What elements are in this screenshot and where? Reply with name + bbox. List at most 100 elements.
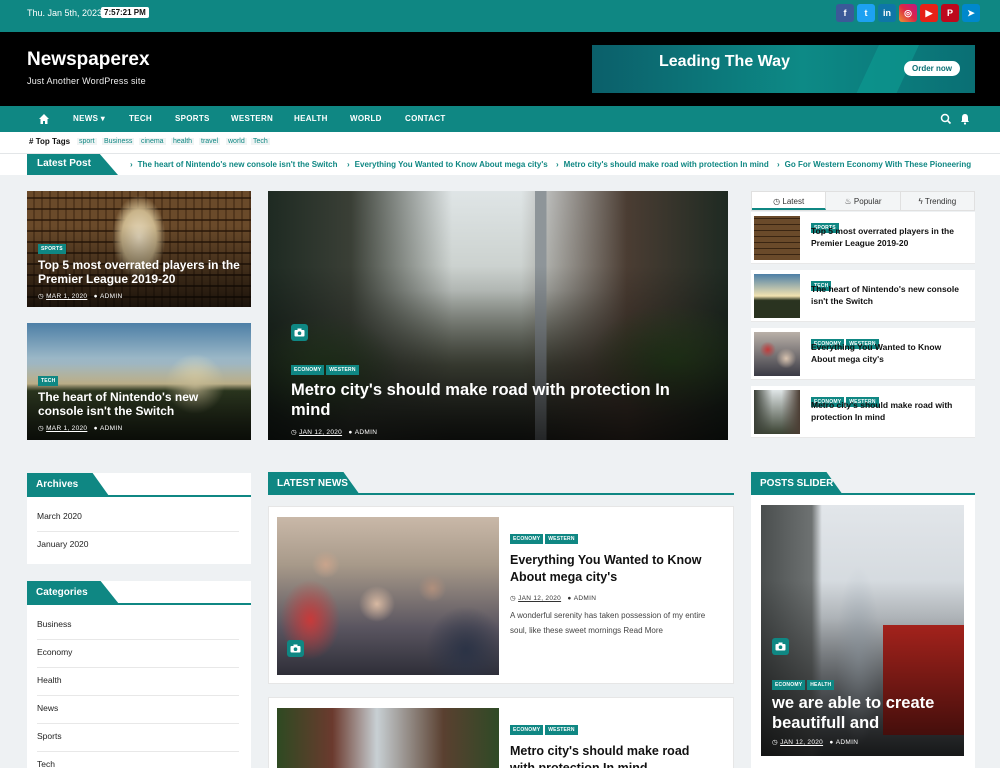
nav-sports[interactable]: SPORTS [175,114,210,123]
bolt-icon: ϟ [918,197,923,206]
camera-icon [287,640,304,657]
category-badge[interactable]: ECONOMY [772,680,806,690]
slider-slide[interactable]: ECONOMY HEALTH we are able to create beau… [761,505,964,756]
news-ticker: Latest Post › The heart of Nintendo's new… [0,154,1000,175]
user-icon: ● [93,292,98,300]
tag-link[interactable]: Tech [251,138,270,145]
news-title[interactable]: Metro city's should make road with prote… [510,743,710,768]
top-tags-label: # Top Tags [29,137,71,146]
post-title[interactable]: The heart of Nintendo's new console isn'… [38,390,243,419]
tag-link[interactable]: travel [199,138,221,145]
category-link[interactable]: Business [37,619,239,640]
ticker-item[interactable]: › Go For Western Economy With These Pione… [777,160,971,169]
category-badge[interactable]: WESTERN [545,725,578,735]
side-post-title[interactable]: Top 5 most overrated players in the Prem… [811,226,966,250]
archive-link[interactable]: January 2020 [37,539,239,559]
user-icon: ● [348,428,353,436]
current-time: 7:57:21 PM [101,7,149,18]
nav-tech[interactable]: TECH [129,114,152,123]
category-badge[interactable]: WESTERN [545,534,578,544]
crowd-image [277,517,499,675]
tag-link[interactable]: health [171,138,195,145]
category-link[interactable]: Tech [37,759,239,768]
bell-icon[interactable] [960,112,970,130]
tab-latest[interactable]: ◷ Latest [752,192,827,210]
ticker-label: Latest Post [27,154,118,175]
post-thumbnail [754,216,800,260]
ticker-item[interactable]: › The heart of Nintendo's new console isn… [130,160,338,169]
archive-link[interactable]: March 2020 [37,511,239,532]
side-post[interactable]: ECONOMY WESTERN Metro city's should make … [751,386,975,438]
hero-post-card[interactable]: SPORTS Top 5 most overrated players in t… [27,191,251,307]
telegram-icon[interactable]: ➤ [962,4,980,22]
side-post[interactable]: SPORTS Top 5 most overrated players in t… [751,212,975,264]
post-meta: ◷ MAR 1, 2020 ● ADMIN [38,424,123,432]
news-card[interactable]: ECONOMY WESTERN Metro city's should make … [268,697,734,768]
post-meta: ◷ JAN 12, 2020 ● ADMIN [291,428,378,436]
nav-contact[interactable]: CONTACT [405,114,446,123]
nav-western[interactable]: WESTERN [231,114,273,123]
ticker-item[interactable]: › Metro city's should make road with prot… [556,160,769,169]
side-post[interactable]: ECONOMY WESTERN Everything You Wanted to … [751,328,975,380]
fire-icon: ♨ [844,197,852,206]
youtube-icon[interactable]: ▶ [920,4,938,22]
side-post[interactable]: TECH The heart of Nintendo's new console… [751,270,975,322]
post-meta: ◷ JAN 12, 2020 ● ADMIN [510,594,597,602]
header-banner[interactable]: Leading The Way Order now [592,45,975,93]
category-link[interactable]: Health [37,675,239,696]
clock-icon: ◷ [772,738,778,746]
featured-post-card[interactable]: ECONOMY WESTERN Metro city's should make … [268,191,728,440]
hero-post-card[interactable]: TECH The heart of Nintendo's new console… [27,323,251,440]
news-title[interactable]: Everything You Wanted to Know About mega… [510,552,710,586]
site-title[interactable]: Newspaperex [27,49,150,71]
user-icon: ● [567,594,572,602]
section-divider [268,493,734,495]
featured-post-title[interactable]: Metro city's should make road with prote… [291,381,711,421]
section-title: LATEST NEWS [268,472,360,495]
banner-title: Leading The Way [659,53,790,70]
arrow-icon: › [347,160,350,169]
pinterest-icon[interactable]: P [941,4,959,22]
nav-health[interactable]: HEALTH [294,114,328,123]
order-now-button[interactable]: Order now [903,61,960,76]
post-title[interactable]: Top 5 most overrated players in the Prem… [38,258,243,287]
top-tags-bar: # Top Tags sport Business cinema health … [0,132,1000,154]
instagram-icon[interactable]: ◎ [899,4,917,22]
ticker-item[interactable]: › Everything You Wanted to Know About meg… [347,160,548,169]
linkedin-icon[interactable]: in [878,4,896,22]
category-link[interactable]: Economy [37,647,239,668]
category-link[interactable]: Sports [37,731,239,752]
clock-icon: ◷ [773,197,781,206]
side-post-title[interactable]: The heart of Nintendo's new console isn'… [811,284,966,308]
category-badge[interactable]: ECONOMY [510,534,544,544]
category-badge[interactable]: SPORTS [38,244,66,254]
nav-news[interactable]: NEWS ▾ [73,114,105,123]
side-post-title[interactable]: Metro city's should make road with prote… [811,400,966,424]
category-badge[interactable]: HEALTH [807,680,835,690]
category-badge[interactable]: WESTERN [326,365,359,375]
tag-link[interactable]: Business [102,138,135,145]
tab-trending[interactable]: ϟ Trending [900,192,974,210]
search-icon[interactable] [940,112,952,130]
category-badge[interactable]: ECONOMY [510,725,544,735]
home-icon[interactable] [38,112,50,130]
post-thumbnail [754,274,800,318]
news-excerpt: A wonderful serenity has taken possessio… [510,610,706,635]
nav-world[interactable]: WORLD [350,114,382,123]
category-badge[interactable]: ECONOMY [291,365,325,375]
arrow-icon: › [556,160,559,169]
category-link[interactable]: News [37,703,239,724]
twitter-icon[interactable]: t [857,4,875,22]
tag-link[interactable]: cinema [139,138,166,145]
post-meta: ◷ JAN 12, 2020 ● ADMIN [772,738,859,746]
tab-popular[interactable]: ♨ Popular [826,192,901,210]
site-header: Newspaperex Just Another WordPress site … [0,32,1000,106]
slide-title[interactable]: we are able to create beautifull and [772,694,957,734]
facebook-icon[interactable]: f [836,4,854,22]
side-post-title[interactable]: Everything You Wanted to Know About mega… [811,342,966,366]
tag-link[interactable]: world [226,138,247,145]
user-icon: ● [829,738,834,746]
tag-link[interactable]: sport [77,138,97,145]
category-badge[interactable]: TECH [38,376,59,386]
news-card[interactable]: ECONOMY WESTERN Everything You Wanted to … [268,506,734,684]
